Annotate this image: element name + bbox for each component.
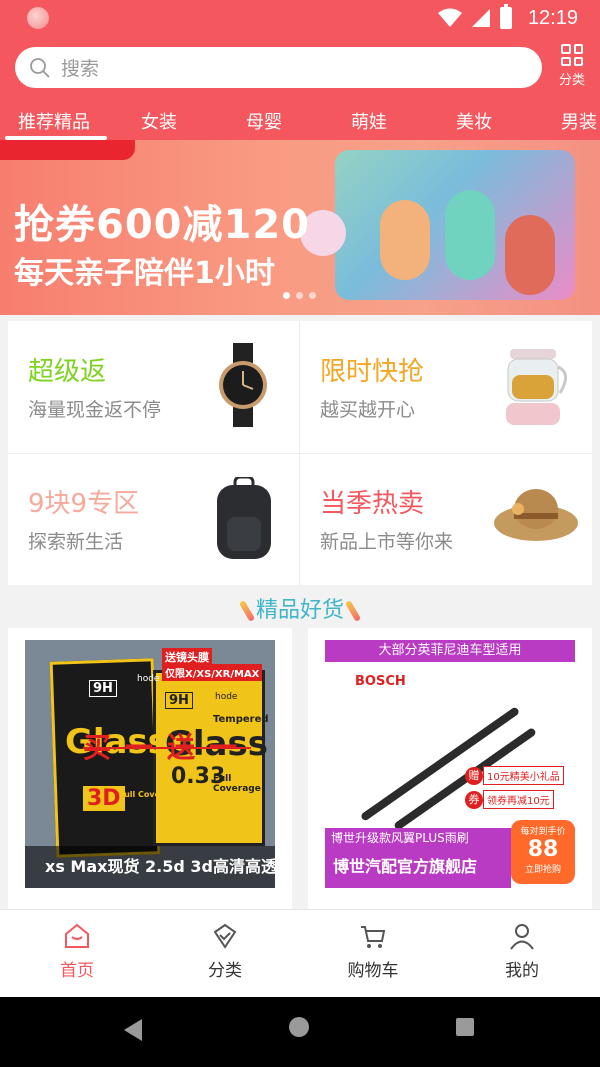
search-icon: [30, 57, 50, 78]
gift-text: 10元精美小礼品: [483, 766, 564, 785]
decoration-icon: [344, 599, 362, 623]
user-icon: [510, 924, 534, 950]
coupon-text: 领券再减10元: [483, 790, 554, 809]
coupon-tag: 券 领券再减10元: [465, 790, 554, 809]
promo-text: 买一送一: [83, 731, 252, 764]
battery-icon: [499, 4, 512, 29]
back-icon[interactable]: [124, 1019, 144, 1041]
search-input[interactable]: 搜索: [15, 47, 542, 88]
models-text: 仅限X/XS/XR/MAX: [162, 664, 263, 681]
gift-tag: 赠 10元精美小礼品: [465, 766, 564, 785]
tab-kids[interactable]: 萌娃: [351, 108, 387, 134]
product-top-banner: 大部分英菲尼迪车型适用: [325, 640, 575, 662]
feature-subtitle: 新品上市等你来: [320, 531, 454, 553]
nav-label: 分类: [208, 961, 242, 981]
price-label: 每对到手价: [520, 827, 566, 837]
price-badge: 每对到手价 88 立即抢购: [511, 820, 575, 884]
feature-subtitle: 探索新生活: [28, 531, 124, 553]
nav-label: 首页: [60, 961, 94, 981]
signal-icon: [471, 9, 490, 27]
coupon-tag-label: 券: [465, 790, 483, 809]
feature-title: 9块9专区: [28, 489, 140, 519]
feature-flash-sale[interactable]: 限时快抢 越买越开心: [300, 321, 592, 453]
feature-title: 超级返: [28, 357, 107, 387]
decoration-icon: [238, 599, 256, 623]
section-header: 精品好货: [0, 592, 600, 624]
promo-banner[interactable]: 抢券600减120 每天亲子陪伴1小时: [0, 140, 600, 315]
brand-logo: BOSCH: [355, 674, 406, 689]
tab-womens[interactable]: 女装: [141, 108, 177, 134]
hardness-label: 9H: [165, 692, 193, 709]
banner-dot[interactable]: [283, 292, 290, 299]
tab-mother-baby[interactable]: 母婴: [246, 108, 282, 134]
cart-icon: [361, 926, 386, 948]
home-icon: [65, 923, 89, 948]
hardness-label: 9H: [89, 680, 117, 697]
feature-seasonal-hot[interactable]: 当季热卖 新品上市等你来: [300, 453, 592, 585]
status-indicators: 12:19: [437, 4, 578, 32]
grid-icon: [561, 44, 583, 66]
category-button[interactable]: 分类: [553, 44, 591, 90]
coverage-label: Full Coverage: [119, 790, 181, 799]
feature-super-rebate[interactable]: 超级返 海量现金返不停: [8, 321, 300, 453]
product-image: 送镜头膜 仅限X/XS/XR/MAX 9H 9H hode hode Tempe…: [25, 640, 275, 888]
tab-mens[interactable]: 男装: [561, 108, 597, 134]
brand-label: hode: [215, 692, 238, 702]
feature-subtitle: 海量现金返不停: [28, 399, 162, 421]
status-time: 12:19: [527, 6, 578, 29]
feature-grid: 超级返 海量现金返不停 限时快抢 越买越开心 9块9专区 探索新生活 当季热卖 …: [8, 321, 592, 585]
feature-subtitle: 越买越开心: [320, 399, 416, 421]
feature-title: 限时快抢: [320, 357, 425, 387]
home-button[interactable]: [289, 1017, 309, 1037]
watch-icon: [219, 343, 267, 427]
product-card[interactable]: 送镜头膜 仅限X/XS/XR/MAX 9H 9H hode hode Tempe…: [8, 628, 292, 918]
bottom-nav: 首页 分类 购物车 我的: [0, 909, 600, 997]
search-placeholder: 搜索: [61, 58, 100, 80]
brand-label: hode: [137, 674, 160, 684]
recent-apps-button[interactable]: [456, 1018, 474, 1036]
teapot-icon: [506, 349, 567, 425]
nav-home[interactable]: 首页: [27, 922, 127, 981]
toy-figure-3: [505, 215, 555, 295]
feature-title: 当季热卖: [320, 489, 425, 519]
feature-nine-nine-zone[interactable]: 9块9专区 探索新生活: [8, 453, 300, 585]
gift-tag-label: 赠: [465, 766, 483, 785]
backpack-icon: [217, 477, 271, 559]
category-tabs: 推荐精品 女装 母婴 萌娃 美妆 男装: [0, 100, 600, 140]
category-icon: [213, 923, 237, 949]
product-caption: 博世汽配官方旗舰店: [325, 846, 511, 888]
tab-beauty[interactable]: 美妆: [456, 108, 492, 134]
banner-headline: 抢券600减120: [14, 202, 310, 248]
nav-category[interactable]: 分类: [175, 922, 275, 981]
wifi-icon: [437, 8, 462, 27]
banner-subheadline: 每天亲子陪伴1小时: [14, 256, 275, 291]
price-value: 88: [527, 837, 559, 862]
tab-recommended[interactable]: 推荐精品: [18, 108, 90, 134]
status-bar: 12:19: [0, 0, 600, 36]
sunhat-icon: [494, 489, 578, 541]
product-caption: xs Max现货 2.5d 3d高清高透: [25, 846, 275, 888]
toy-figure-2: [445, 190, 495, 280]
banner-dot[interactable]: [309, 292, 316, 299]
nav-cart[interactable]: 购物车: [323, 922, 423, 981]
nav-label: 购物车: [347, 961, 399, 981]
banner-dot[interactable]: [296, 292, 303, 299]
nav-profile[interactable]: 我的: [472, 922, 572, 981]
product-card[interactable]: 大部分英菲尼迪车型适用 BOSCH 赠 10元精美小礼品 券 领券再减10元 博…: [308, 628, 592, 918]
product-image: 大部分英菲尼迪车型适用 BOSCH 赠 10元精美小礼品 券 领券再减10元 博…: [325, 640, 575, 888]
system-nav-bar: [0, 997, 600, 1067]
category-button-label: 分类: [558, 73, 585, 88]
section-title: 精品好货: [255, 598, 344, 623]
coverage-label: Full Coverage: [213, 774, 261, 794]
app-notification-icon: [27, 7, 49, 29]
banner-pagination: [283, 292, 316, 299]
banner-red-strip: [0, 140, 135, 160]
header: 12:19 搜索 分类 推荐精品 女装 母婴 萌娃 美妆 男装: [0, 0, 600, 140]
toy-figure-1: [380, 200, 430, 280]
buy-now-label: 立即抢购: [524, 865, 561, 875]
nav-label: 我的: [505, 961, 539, 981]
